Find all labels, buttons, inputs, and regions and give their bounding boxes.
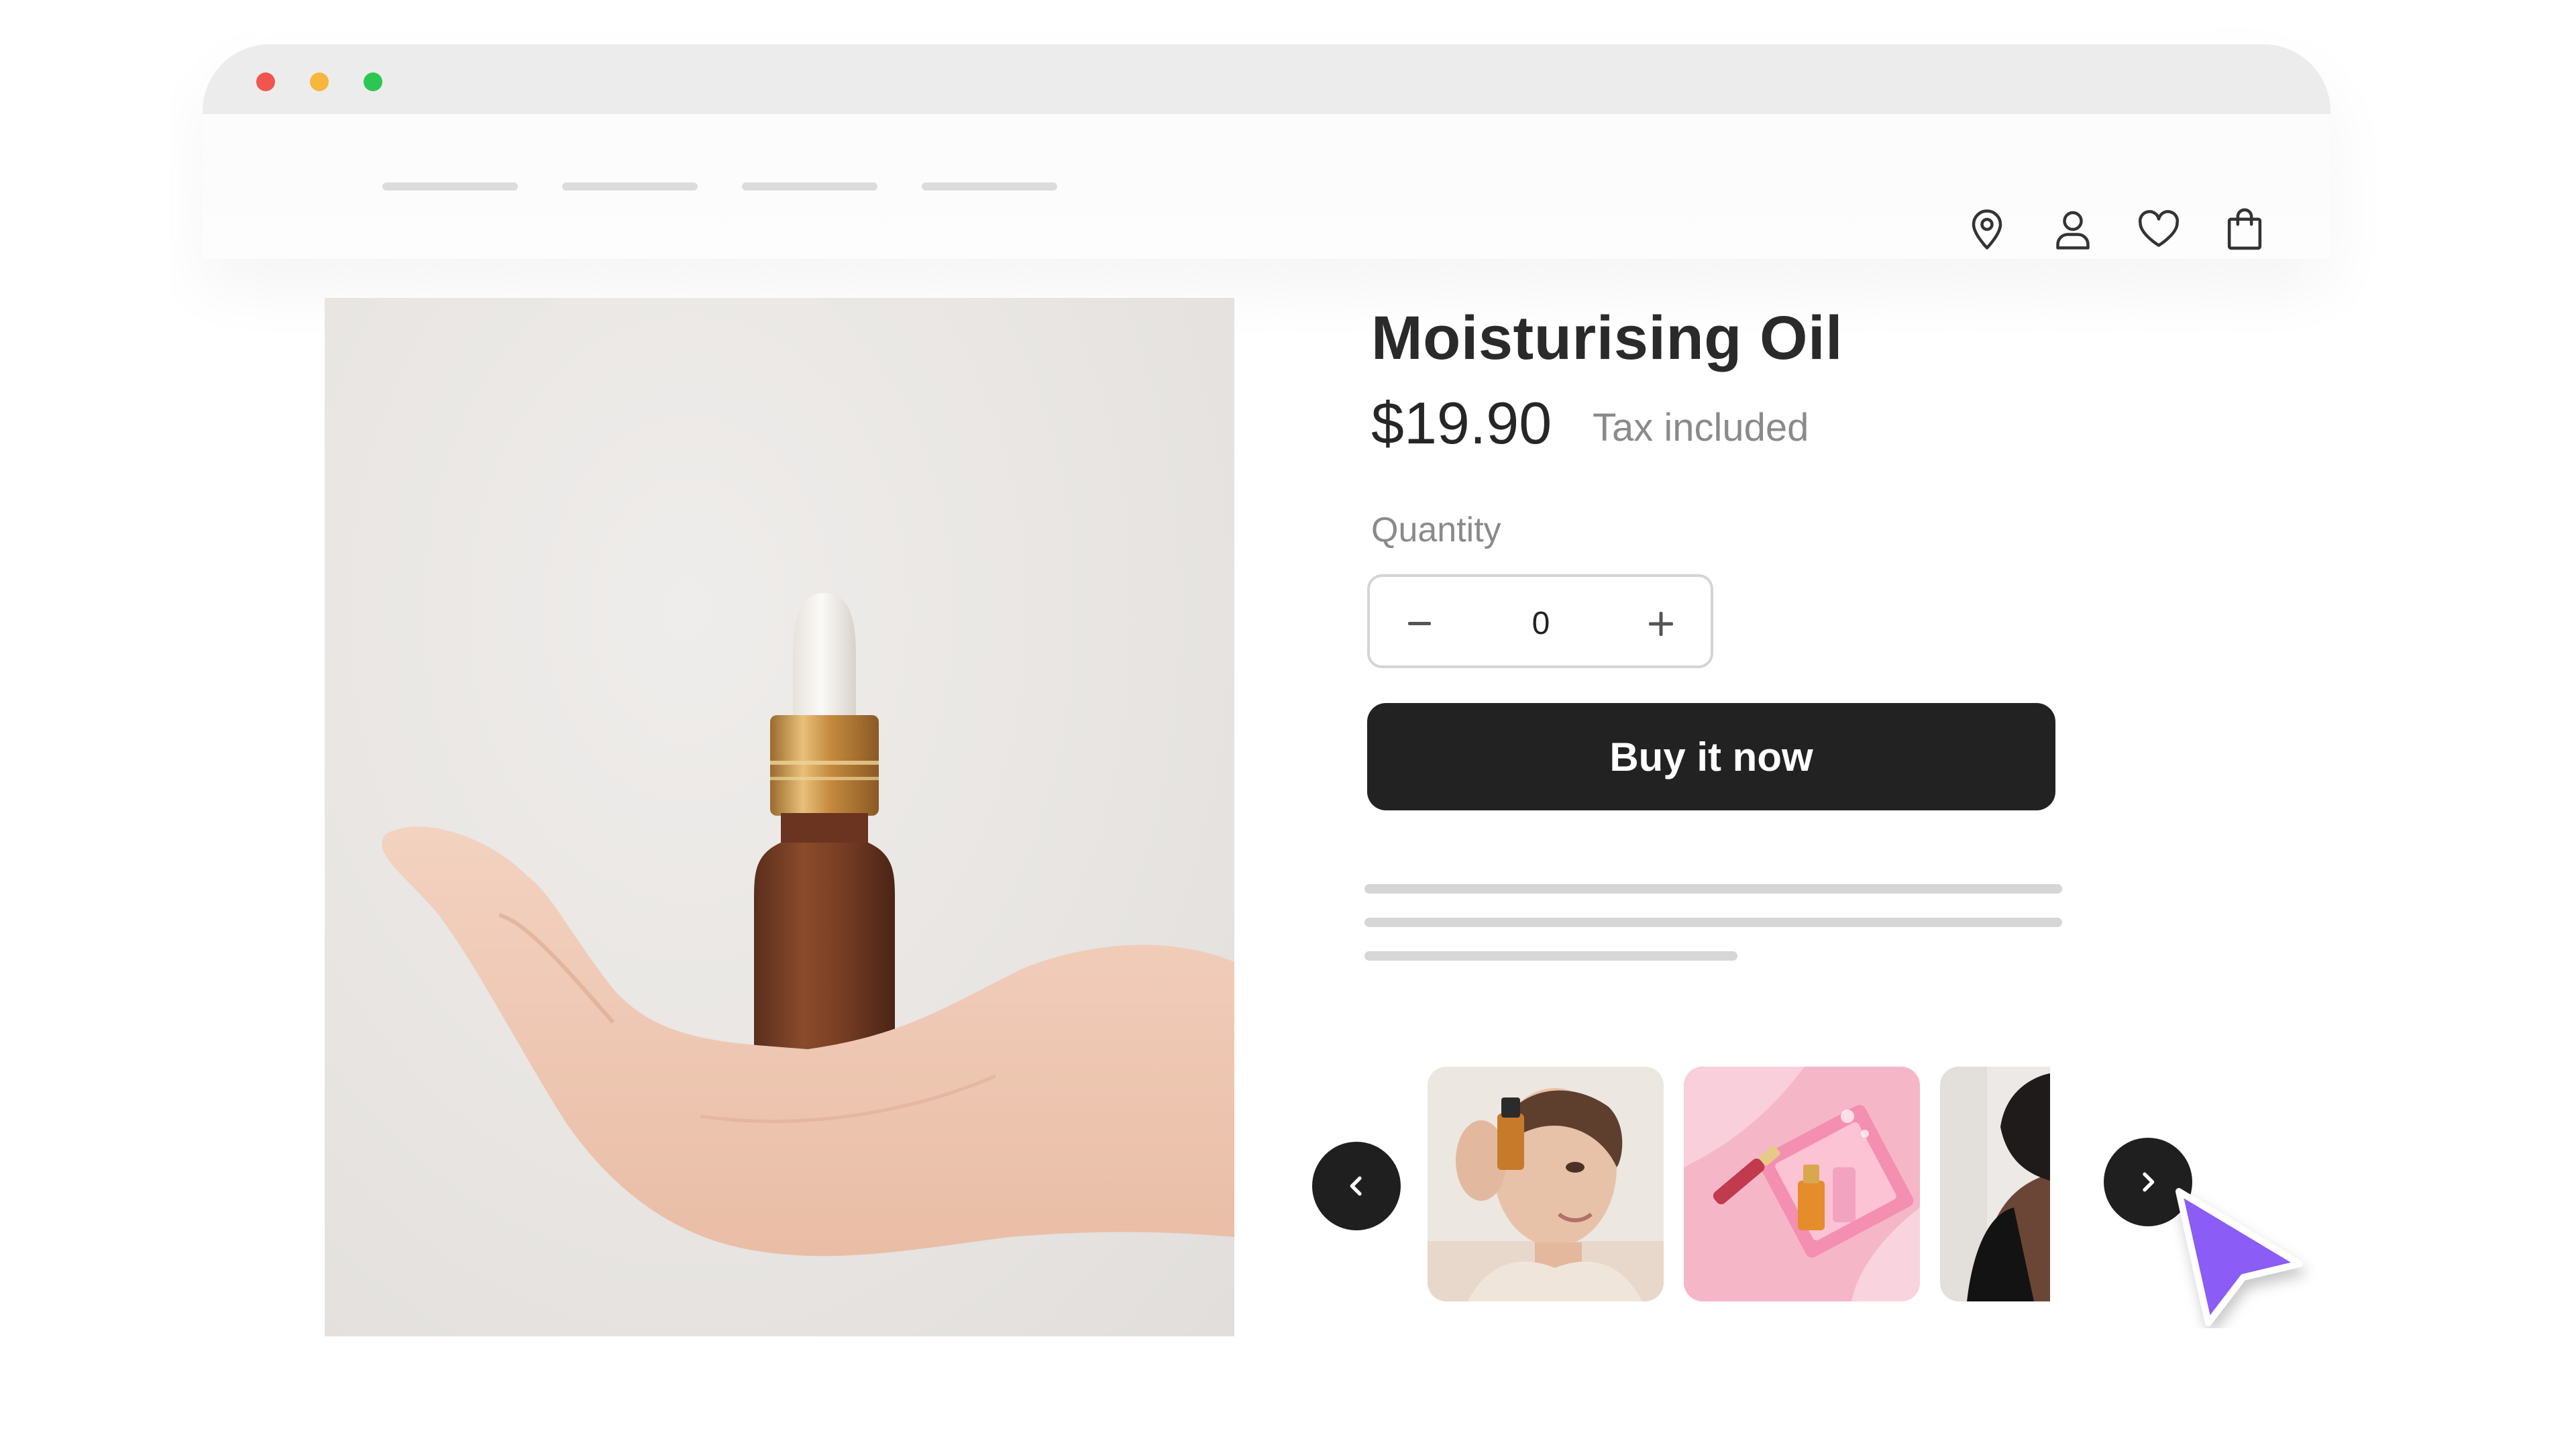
shopping-bag-icon[interactable] [2218, 203, 2271, 256]
thumbnail-1[interactable] [1428, 1067, 1664, 1301]
description-line-1 [1364, 884, 2062, 894]
minimize-window-button[interactable] [310, 72, 329, 91]
decrease-quantity-button[interactable] [1393, 597, 1446, 651]
hand-holding-dropper-bottle [382, 593, 1234, 1256]
thumbnail-2[interactable] [1684, 1067, 1920, 1301]
description-line-2 [1364, 918, 2062, 927]
woman-holding-serum-image [1428, 1067, 1664, 1301]
buy-now-button[interactable]: Buy it now [1367, 703, 2055, 810]
woman-profile-image [1940, 1067, 2050, 1301]
location-pin-icon[interactable] [1960, 203, 2014, 256]
carousel-prev-button[interactable] [1312, 1142, 1401, 1230]
quantity-stepper: 0 [1367, 574, 1713, 668]
pink-cosmetics-flatlay-image [1684, 1067, 1920, 1301]
description-line-3 [1364, 951, 1737, 961]
nav-link-placeholder-1[interactable] [382, 182, 518, 191]
quantity-input[interactable]: 0 [1484, 597, 1598, 651]
title-bar [203, 44, 2330, 114]
tax-note: Tax included [1593, 406, 1809, 449]
product-image [325, 298, 1234, 1336]
nav-link-placeholder-4[interactable] [922, 182, 1057, 191]
plus-icon [1649, 612, 1673, 636]
close-window-button[interactable] [256, 72, 275, 91]
product-price: $19.90 [1371, 390, 1552, 456]
quantity-label: Quantity [1371, 511, 1501, 549]
chevron-right-icon [2143, 1172, 2155, 1192]
thumbnail-3[interactable] [1940, 1067, 2050, 1301]
maximize-window-button[interactable] [364, 72, 382, 91]
chevron-left-icon [1350, 1176, 1362, 1196]
product-page: Moisturising Oil $19.90 Tax included Qua… [0, 0, 2576, 1449]
minus-icon [1408, 622, 1431, 625]
browser-window [203, 44, 2330, 259]
increase-quantity-button[interactable] [1634, 597, 1688, 651]
nav-link-placeholder-3[interactable] [742, 182, 877, 191]
nav-link-placeholder-2[interactable] [562, 182, 698, 191]
mouse-cursor-icon [2176, 1188, 2303, 1326]
user-icon[interactable] [2046, 203, 2100, 256]
heart-icon[interactable] [2132, 203, 2186, 256]
product-title: Moisturising Oil [1371, 304, 1843, 372]
